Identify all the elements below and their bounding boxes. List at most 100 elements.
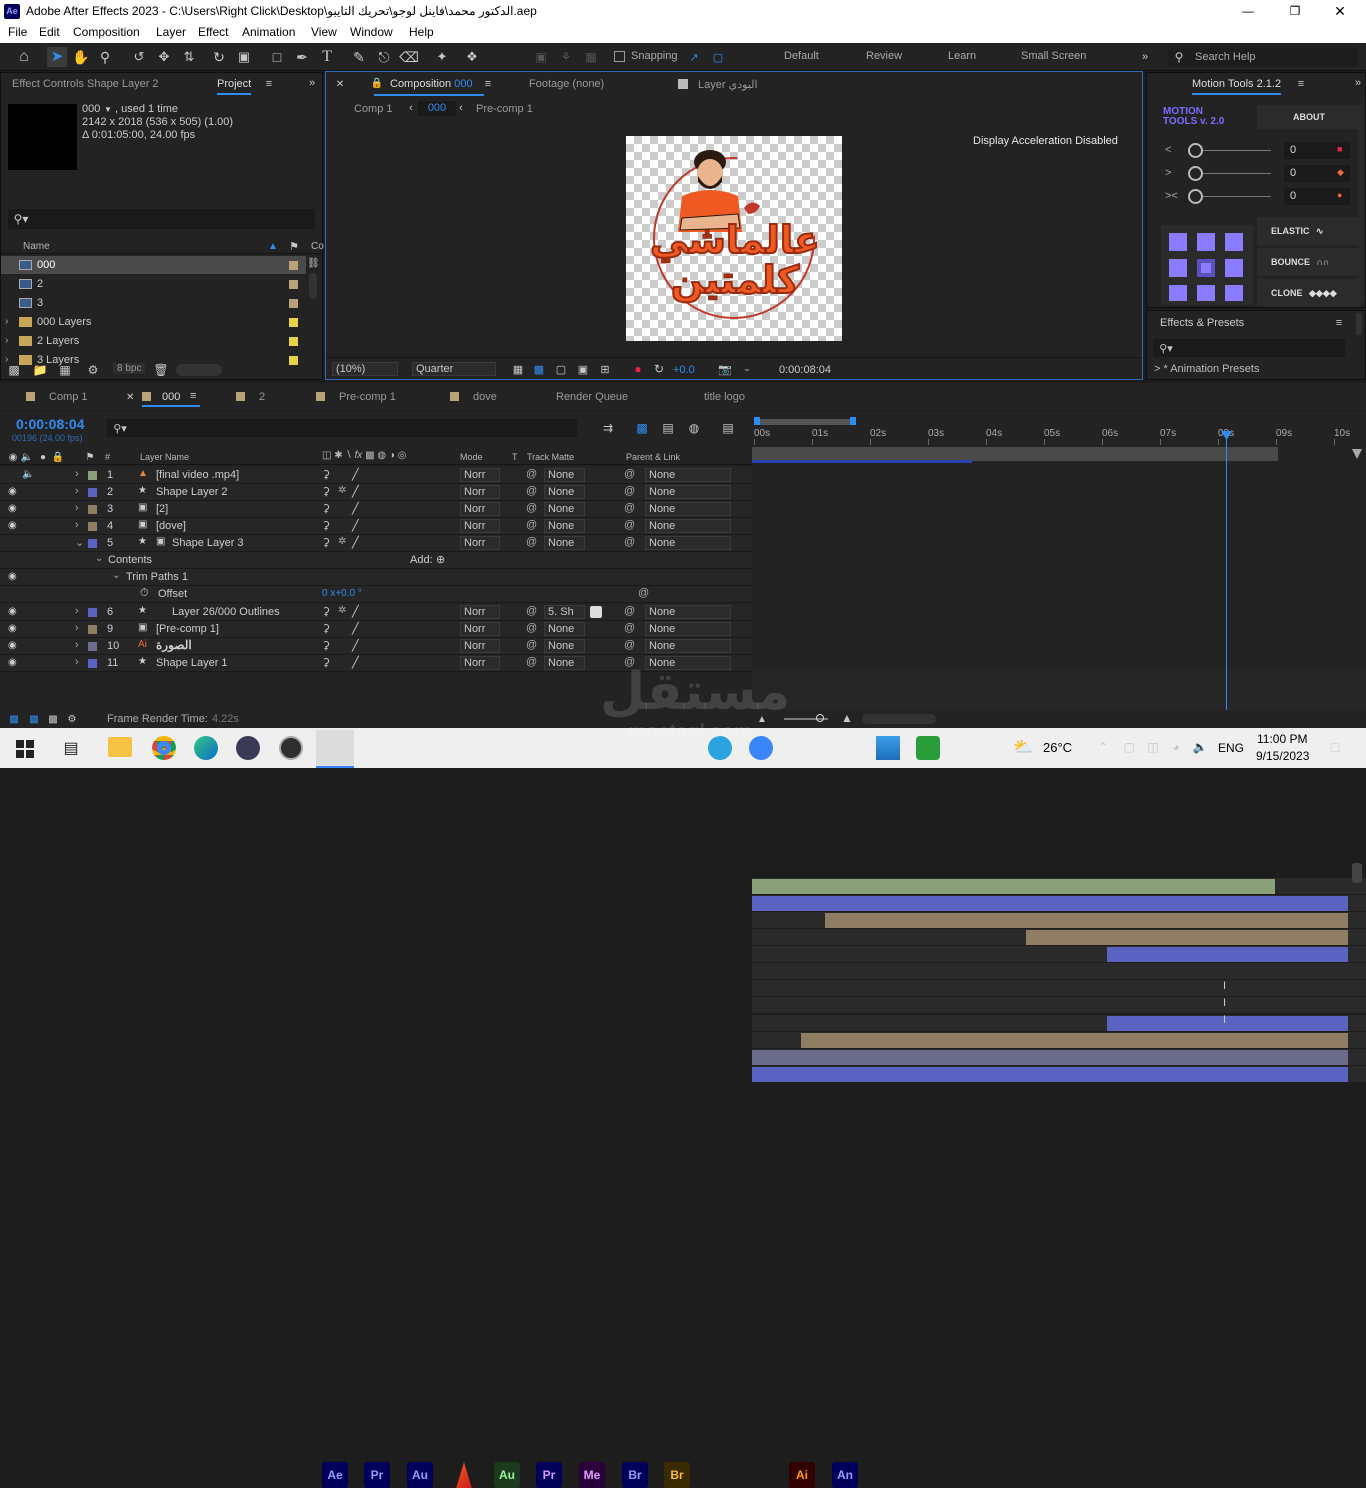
brush-tool-icon[interactable]: ✎ — [350, 47, 368, 67]
keyframe-marker-icon[interactable]: I — [1223, 1014, 1226, 1026]
pen-tool-icon[interactable]: ✒ — [293, 47, 311, 67]
chevron-right-icon[interactable]: › — [75, 468, 79, 480]
project-item[interactable]: 2 — [1, 275, 306, 293]
pen-switch-icon[interactable]: ╱ — [352, 519, 359, 532]
close-tab-icon[interactable]: ✕ — [126, 392, 134, 403]
pen-switch-icon[interactable]: ╱ — [352, 639, 359, 652]
eye-icon[interactable]: ◉ — [8, 623, 17, 634]
track-matte-dropdown[interactable]: None — [544, 656, 585, 670]
layer-duration-bar[interactable] — [752, 1067, 1348, 1082]
breadcrumb-precomp[interactable]: Pre-comp 1 — [476, 103, 533, 115]
breadcrumb-000[interactable]: 000 — [418, 101, 456, 116]
label-swatch[interactable] — [88, 642, 97, 651]
reset-exposure-icon[interactable]: ↻ — [652, 361, 666, 377]
mode-dropdown[interactable]: Norr — [460, 536, 500, 550]
collapse-switch-icon[interactable]: ⚳ — [322, 656, 330, 669]
region-of-interest-icon[interactable]: ▣ — [576, 361, 590, 377]
clone-button[interactable]: CLONE ◆◆◆◆ — [1257, 279, 1361, 307]
label-swatch[interactable] — [88, 522, 97, 531]
parent-dropdown[interactable]: None — [645, 656, 731, 670]
lock-icon[interactable]: 🔒 — [371, 77, 383, 89]
track-matte-link-icon[interactable]: @ — [526, 519, 537, 531]
davinci-icon[interactable] — [236, 736, 260, 760]
label-swatch[interactable] — [289, 261, 298, 270]
track-matte-link-icon[interactable]: @ — [526, 656, 537, 668]
menu-view[interactable]: View — [311, 25, 337, 39]
clone-stamp-icon[interactable]: ⎋ — [375, 47, 393, 67]
effects-presets-title[interactable]: Effects & Presets — [1160, 317, 1244, 329]
label-swatch[interactable] — [289, 337, 298, 346]
pickwhip-icon[interactable]: @ — [624, 519, 635, 531]
snap-features-icon[interactable]: ▢ — [710, 48, 726, 66]
collapse-switch-icon[interactable]: ⚳ — [322, 468, 330, 481]
layer-row[interactable]: ◉ › 2 ★ Shape Layer 2 ⚳ ✲ ╱ Norr @ None @ None — [0, 484, 752, 501]
timeline-ruler[interactable]: 00s01s02s03s04s05s06s07s08s09s10s — [752, 411, 1366, 465]
new-folder-icon[interactable]: 📁 — [32, 362, 48, 378]
grid-anchor-widget[interactable] — [1161, 225, 1253, 305]
selection-tool-icon[interactable]: ➤ — [47, 47, 67, 67]
layer-name[interactable]: Shape Layer 2 — [156, 486, 228, 498]
eraser-tool-icon[interactable]: ⌫ — [399, 47, 419, 67]
label-swatch[interactable] — [88, 625, 97, 634]
viewer-timecode[interactable]: 0:00:08:04 — [779, 364, 831, 376]
layer-row[interactable]: ◉ › 6 ★ Layer 26/000 Outlines ⚳ ✲ ╱ Norr @5. Sh @ N… — [0, 604, 752, 621]
track-matte-dropdown[interactable]: None — [544, 468, 585, 482]
eye-icon[interactable]: ◉ — [8, 503, 17, 514]
label-swatch[interactable] — [289, 299, 298, 308]
audition-icon[interactable]: Au — [407, 1462, 433, 1488]
after-effects-icon[interactable]: Ae — [322, 1462, 348, 1488]
layer-row[interactable]: 🔈 › 1 ▲ [final video .mp4] ⚳ ╱ Norr @ None @ None — [0, 467, 752, 484]
anchor-c[interactable] — [1197, 259, 1215, 277]
chevron-right-icon[interactable]: › — [75, 656, 79, 668]
pickwhip-icon[interactable]: @ — [624, 536, 635, 548]
collapse-switch-icon[interactable]: ⚳ — [322, 622, 330, 635]
chevron-right-icon[interactable]: › — [75, 485, 79, 497]
timeline-tab[interactable]: Pre-comp 1 — [339, 391, 396, 403]
weather-icon[interactable]: ⛅ — [1012, 736, 1034, 758]
current-timecode[interactable]: 0:00:08:04 — [16, 416, 85, 432]
anchor-tr[interactable] — [1225, 233, 1243, 251]
magnification-dropdown[interactable]: (10%) — [332, 362, 398, 376]
panel-menu-icon[interactable]: ≡ — [190, 390, 196, 402]
camtasia-icon[interactable] — [916, 736, 940, 760]
layer-name[interactable]: Shape Layer 3 — [172, 537, 244, 549]
fast-previews-icon[interactable]: ▦ — [511, 361, 525, 377]
panel-menu-icon[interactable]: ≡ — [482, 77, 494, 91]
chevron-right-icon[interactable]: › — [75, 639, 79, 651]
weather-temp[interactable]: 26°C — [1043, 740, 1072, 755]
collapse-switch-icon[interactable]: ⚳ — [322, 605, 330, 618]
chevron-right-icon[interactable]: › — [75, 622, 79, 634]
show-snapshot-icon[interactable]: ◒ — [740, 361, 754, 377]
chrome-icon[interactable] — [152, 736, 176, 760]
parent-dropdown[interactable]: None — [645, 605, 731, 619]
quality-switch-icon[interactable]: ✲ — [338, 485, 346, 496]
label-swatch[interactable] — [88, 659, 97, 668]
close-tab-icon[interactable]: ✕ — [335, 78, 345, 90]
layer-name[interactable]: [Pre-comp 1] — [156, 623, 219, 635]
pickwhip-icon[interactable]: @ — [624, 605, 635, 617]
flowchart-icon[interactable]: ⛓ — [307, 258, 320, 269]
collapse-switch-icon[interactable]: ⚳ — [322, 519, 330, 532]
track-matte-dropdown[interactable]: 5. Sh — [544, 605, 585, 619]
bpc-label[interactable]: 8 bpc — [113, 363, 146, 374]
parent-dropdown[interactable]: None — [645, 639, 731, 653]
layer-row[interactable]: ◉ › 4 ▣ [dove] ⚳ ╱ Norr @ None @ None — [0, 518, 752, 535]
track-matte-link-icon[interactable]: @ — [526, 468, 537, 480]
tray-chevron-icon[interactable]: ⌃ — [1096, 738, 1110, 756]
timeline-tab[interactable]: Render Queue — [556, 391, 628, 403]
anchor-ml[interactable] — [1169, 259, 1187, 277]
anchor-bl[interactable] — [1169, 285, 1187, 301]
trim-paths-group-row[interactable]: ◉ ⌄ Trim Paths 1 — [0, 569, 752, 586]
interpret-footage-icon[interactable]: ▩ — [6, 362, 22, 378]
hand-tool-icon[interactable]: ✋ — [72, 47, 90, 67]
panel-overflow-icon[interactable]: » — [1352, 76, 1364, 90]
mode-dropdown[interactable]: Norr — [460, 639, 500, 653]
track-matte-dropdown[interactable]: None — [544, 639, 585, 653]
column-co[interactable]: Co — [311, 241, 324, 252]
collapse-switch-icon[interactable]: ⚳ — [322, 639, 330, 652]
track-matte-link-icon[interactable]: @ — [526, 485, 537, 497]
snap-edges-icon[interactable]: ↗ — [686, 48, 702, 66]
minimize-icon[interactable]: — — [1238, 2, 1258, 20]
roto-brush-icon[interactable]: ✦ — [433, 47, 451, 67]
panel-menu-icon[interactable]: ≡ — [1295, 77, 1307, 91]
